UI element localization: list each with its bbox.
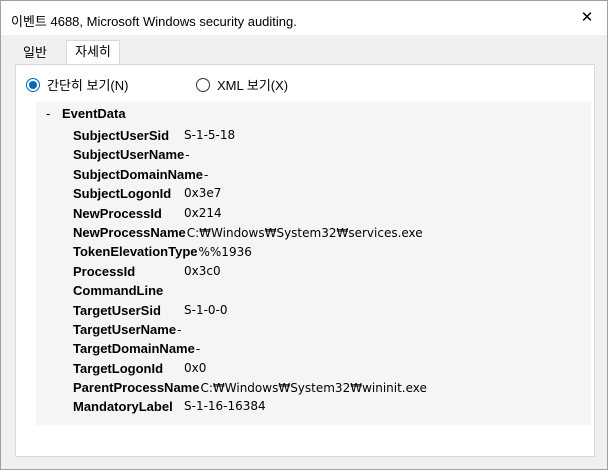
field-value: - bbox=[185, 148, 190, 163]
field-value: - bbox=[195, 342, 201, 357]
field-name: TargetUserName bbox=[73, 321, 177, 337]
field-value: C:₩Windows₩System32₩wininit.exe bbox=[200, 381, 427, 396]
field-name: ProcessId bbox=[73, 263, 136, 279]
field-name: NewProcessName bbox=[73, 224, 186, 240]
field-value: %%1936 bbox=[198, 245, 252, 260]
field-name: NewProcessId bbox=[73, 205, 162, 221]
field-name: TokenElevationType bbox=[73, 244, 198, 260]
event-data-title: EventData bbox=[62, 106, 126, 121]
field-value: 0x3c0 bbox=[184, 263, 221, 278]
field-value: - bbox=[177, 322, 182, 337]
event-data-row: ProcessId 0x3c0 bbox=[73, 262, 427, 281]
field-name: SubjectDomainName bbox=[73, 166, 204, 182]
event-data-row: SubjectLogonId 0x3e7 bbox=[73, 184, 427, 203]
field-value: 0x3e7 bbox=[184, 186, 222, 201]
event-data-row: SubjectUserName- bbox=[73, 145, 427, 164]
collapse-toggle[interactable]: - bbox=[46, 106, 62, 121]
tab-general[interactable]: 일반 bbox=[15, 42, 55, 62]
field-value: 0x0 bbox=[184, 360, 207, 375]
field-name: SubjectLogonId bbox=[73, 186, 172, 202]
field-name: SubjectUserName bbox=[73, 147, 185, 163]
field-value: C:₩Windows₩System32₩services.exe bbox=[186, 225, 423, 240]
event-data-row: ParentProcessNameC:₩Windows₩System32₩win… bbox=[73, 378, 427, 397]
field-value: - bbox=[204, 167, 209, 182]
field-name: CommandLine bbox=[73, 283, 164, 299]
details-panel: 간단히 보기(N) XML 보기(X) - EventData SubjectUs… bbox=[15, 64, 595, 457]
xml-view-radio[interactable]: XML 보기(X) bbox=[196, 77, 288, 95]
xml-view-label: XML 보기(X) bbox=[217, 78, 289, 93]
radio-unchecked-icon bbox=[196, 78, 210, 92]
field-name: TargetUserSid bbox=[73, 302, 161, 318]
field-value: S-1-5-18 bbox=[184, 128, 236, 142]
window-title: 이벤트 4688, Microsoft Windows security aud… bbox=[11, 14, 297, 29]
event-data-row: TokenElevationType%%1936 bbox=[73, 242, 427, 261]
event-data-row: TargetLogonId 0x0 bbox=[73, 359, 427, 378]
field-value: S-1-0-0 bbox=[184, 302, 228, 317]
friendly-view-radio[interactable]: 간단히 보기(N) bbox=[26, 77, 128, 95]
event-data-row: TargetUserSid S-1-0-0 bbox=[73, 301, 427, 320]
event-properties-window: 이벤트 4688, Microsoft Windows security aud… bbox=[0, 0, 608, 470]
field-name: ParentProcessName bbox=[73, 380, 200, 396]
field-value: 0x214 bbox=[184, 205, 222, 220]
field-name: TargetLogonId bbox=[73, 360, 164, 376]
event-data-view[interactable]: - EventData SubjectUserSid S-1-5-18 Subject… bbox=[36, 102, 591, 425]
friendly-view-label: 간단히 보기(N) bbox=[47, 78, 129, 93]
tab-details[interactable]: 자세히 bbox=[66, 40, 120, 65]
field-value: S-1-16-16384 bbox=[184, 399, 266, 414]
event-data-row: TargetUserName- bbox=[73, 320, 427, 339]
event-data-rows: SubjectUserSid S-1-5-18 SubjectUserName- Su… bbox=[73, 126, 427, 417]
event-data-row: NewProcessId 0x214 bbox=[73, 204, 427, 223]
event-data-row: NewProcessNameC:₩Windows₩System32₩servic… bbox=[73, 223, 427, 242]
field-name: MandatoryLabel bbox=[73, 399, 173, 415]
field-name: TargetDomainName bbox=[73, 341, 195, 357]
event-data-row: SubjectUserSid S-1-5-18 bbox=[73, 126, 427, 145]
event-data-header[interactable]: - EventData bbox=[46, 106, 126, 121]
close-icon[interactable]: ✕ bbox=[579, 10, 595, 26]
event-data-row: SubjectDomainName- bbox=[73, 165, 427, 184]
title-bar: 이벤트 4688, Microsoft Windows security aud… bbox=[1, 1, 607, 35]
event-data-row: CommandLine bbox=[73, 281, 427, 300]
event-data-row: TargetDomainName- bbox=[73, 339, 427, 358]
view-mode-options: 간단히 보기(N) XML 보기(X) bbox=[26, 77, 586, 95]
radio-checked-icon bbox=[26, 78, 40, 92]
field-name: SubjectUserSid bbox=[73, 128, 170, 143]
event-data-row: MandatoryLabel S-1-16-16384 bbox=[73, 397, 427, 416]
